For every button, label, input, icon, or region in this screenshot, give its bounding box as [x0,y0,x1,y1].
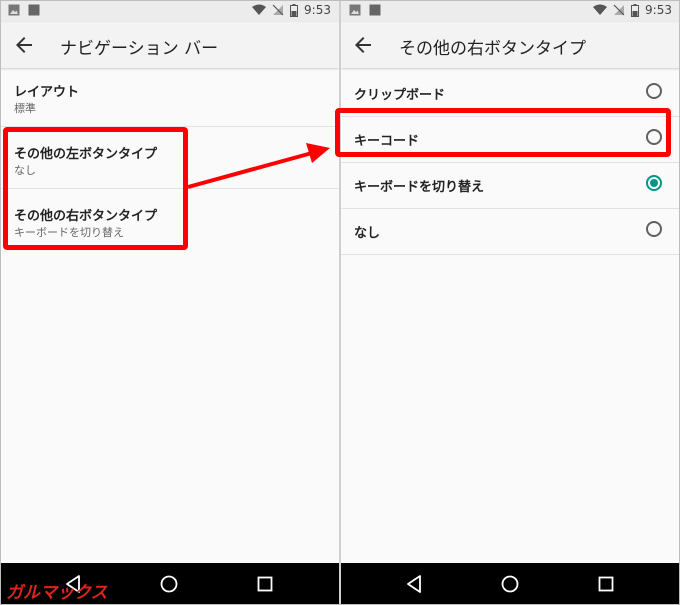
page-title: ナビゲーション バー [60,39,219,59]
battery-icon [631,3,640,17]
option-switch-keyboard[interactable]: キーボードを切り替え [341,162,680,209]
nav-home-icon[interactable] [498,572,522,596]
image-icon [8,4,20,16]
image-icon [349,4,361,16]
app-bar: ナビゲーション バー [0,22,339,68]
nav-home-icon[interactable] [157,572,181,596]
notification-square-icon [28,4,40,16]
wifi-icon [252,4,267,15]
option-none[interactable]: なし [341,208,680,255]
radio-button[interactable] [646,221,662,237]
page-title: その他の右ボタンタイプ [399,39,586,59]
left-screen: 9:53 ナビゲーション バー レイアウト 標準 その他の左ボタンタイプ なし … [0,0,339,605]
radio-button[interactable] [646,129,662,145]
status-bar: 9:53 [341,0,680,22]
pref-summary: 標準 [14,102,36,115]
status-time: 9:53 [304,3,331,17]
app-bar: その他の右ボタンタイプ [341,22,680,68]
right-screen: 9:53 その他の右ボタンタイプ クリップボード キーコード キーボードを切り替… [341,0,680,605]
option-label: キーコード [354,134,420,149]
battery-icon [290,3,299,17]
site-logo: ガルマックス [6,583,108,603]
option-label: なし [354,226,381,241]
nav-bar [341,563,680,605]
status-bar: 9:53 [0,0,339,22]
pref-title: レイアウト [14,85,80,100]
pref-title: その他の右ボタンタイプ [14,209,158,224]
no-signal-icon [613,4,625,16]
option-keycode[interactable]: キーコード [341,116,680,163]
radio-button-selected[interactable] [646,175,662,191]
notification-square-icon [369,4,381,16]
pref-title: その他の左ボタンタイプ [14,147,158,162]
radio-button[interactable] [646,83,662,99]
status-time: 9:53 [645,3,672,17]
no-signal-icon [272,4,284,16]
nav-recents-icon[interactable] [253,572,277,596]
back-arrow-icon[interactable] [351,33,375,57]
back-arrow-icon[interactable] [12,33,36,57]
pref-summary: なし [14,164,36,177]
option-label: キーボードを切り替え [354,180,485,195]
pref-item-layout[interactable]: レイアウト 標準 [0,70,339,127]
pref-item-left-button-type[interactable]: その他の左ボタンタイプ なし [0,127,339,189]
pref-summary: キーボードを切り替え [14,226,124,239]
pref-item-right-button-type[interactable]: その他の右ボタンタイプ キーボードを切り替え [0,189,339,249]
nav-back-icon[interactable] [403,572,427,596]
option-label: クリップボード [354,88,446,103]
option-clipboard[interactable]: クリップボード [341,70,680,117]
nav-recents-icon[interactable] [594,572,618,596]
wifi-icon [593,4,608,15]
